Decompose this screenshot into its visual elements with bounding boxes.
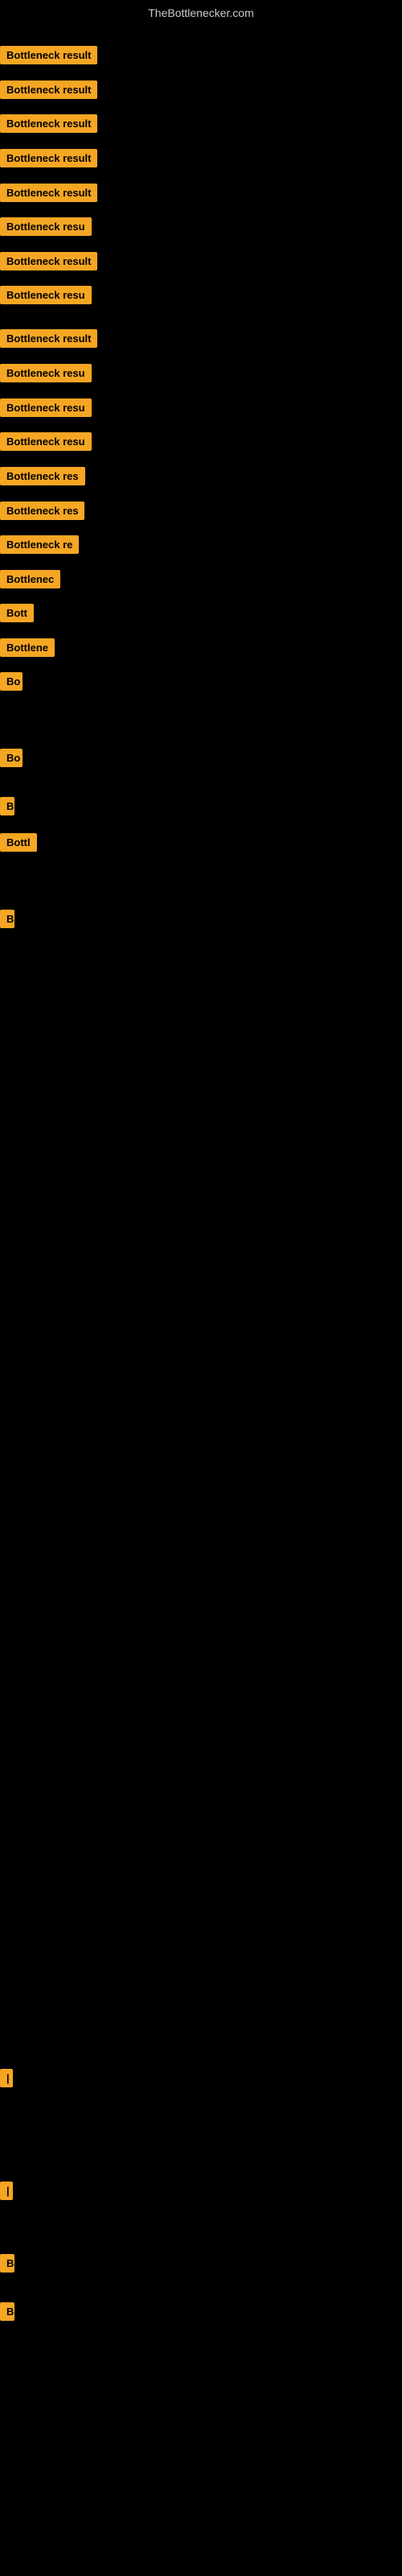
badge-6-label: Bottleneck resu — [0, 217, 92, 236]
badge-13-label: Bottleneck res — [0, 467, 85, 485]
badge-19-label: Bo — [0, 672, 23, 691]
badge-12-label: Bottleneck resu — [0, 432, 92, 451]
badge-22: Bottl — [0, 833, 37, 856]
badge-5-label: Bottleneck result — [0, 184, 97, 202]
badge-4: Bottleneck result — [0, 149, 97, 171]
badge-22-label: Bottl — [0, 833, 37, 852]
badge-12: Bottleneck resu — [0, 432, 92, 455]
badge-9: Bottleneck result — [0, 329, 97, 352]
badge-3-label: Bottleneck result — [0, 114, 97, 133]
badge-15-label: Bottleneck re — [0, 535, 79, 554]
badge-14-label: Bottleneck res — [0, 502, 84, 520]
badge-21: B — [0, 797, 14, 819]
badge-5: Bottleneck result — [0, 184, 97, 206]
badge-8-label: Bottleneck resu — [0, 286, 92, 304]
badge-11: Bottleneck resu — [0, 398, 92, 421]
badge-8: Bottleneck resu — [0, 286, 92, 308]
badge-19: Bo — [0, 672, 23, 695]
badge-16-label: Bottlenec — [0, 570, 60, 588]
badge-9-label: Bottleneck result — [0, 329, 97, 348]
badge-17: Bott — [0, 604, 34, 626]
badge-18-label: Bottlene — [0, 638, 55, 657]
badge-17-label: Bott — [0, 604, 34, 622]
badge-1-label: Bottleneck result — [0, 46, 97, 64]
badge-21-label: B — [0, 797, 14, 815]
badge-23: B — [0, 910, 14, 932]
badge-27: B — [0, 2302, 14, 2325]
badge-7: Bottleneck result — [0, 252, 97, 275]
badge-18: Bottlene — [0, 638, 55, 661]
badge-6: Bottleneck resu — [0, 217, 92, 240]
badge-7-label: Bottleneck result — [0, 252, 97, 270]
badge-23-label: B — [0, 910, 14, 928]
badge-10: Bottleneck resu — [0, 364, 92, 386]
badge-24-label: | — [0, 2069, 13, 2087]
badge-2-label: Bottleneck result — [0, 80, 97, 99]
badge-20: Bo — [0, 749, 23, 771]
badge-1: Bottleneck result — [0, 46, 97, 68]
site-title: TheBottlenecker.com — [0, 0, 402, 26]
badge-26: B — [0, 2254, 14, 2277]
badge-20-label: Bo — [0, 749, 23, 767]
badge-13: Bottleneck res — [0, 467, 85, 489]
badge-16: Bottlenec — [0, 570, 60, 592]
badge-15: Bottleneck re — [0, 535, 79, 558]
badge-4-label: Bottleneck result — [0, 149, 97, 167]
badge-27-label: B — [0, 2302, 14, 2321]
badge-3: Bottleneck result — [0, 114, 97, 137]
badge-11-label: Bottleneck resu — [0, 398, 92, 417]
badge-24: | — [0, 2069, 8, 2091]
badge-25: | — [0, 2182, 8, 2204]
badge-25-label: | — [0, 2182, 13, 2200]
badge-26-label: B — [0, 2254, 14, 2273]
badge-10-label: Bottleneck resu — [0, 364, 92, 382]
badge-14: Bottleneck res — [0, 502, 84, 524]
badge-2: Bottleneck result — [0, 80, 97, 103]
